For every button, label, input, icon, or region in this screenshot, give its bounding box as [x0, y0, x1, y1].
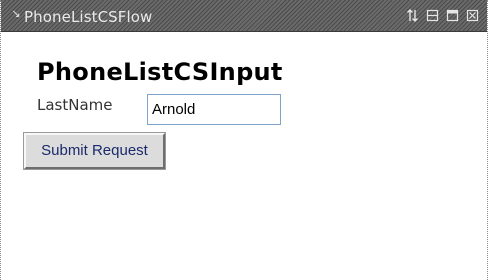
- maximize-icon[interactable]: [446, 9, 459, 22]
- collapse-arrow-icon[interactable]: ↘: [9, 7, 23, 21]
- portlet-title: PhoneListCSFlow: [24, 8, 153, 26]
- submit-request-button[interactable]: Submit Request: [24, 133, 165, 169]
- portlet-controls: [406, 9, 479, 23]
- move-icon[interactable]: [406, 9, 419, 22]
- form-heading: PhoneListCSInput: [37, 58, 283, 86]
- portlet-titlebar: ↘ PhoneListCSFlow: [1, 0, 487, 32]
- minimize-icon[interactable]: [426, 9, 439, 22]
- portlet-window: ↘ PhoneListCSFlow PhoneListCSInput LastN…: [0, 0, 488, 280]
- close-icon[interactable]: [466, 9, 479, 22]
- lastname-label: LastName: [37, 96, 113, 114]
- lastname-input[interactable]: [147, 94, 281, 125]
